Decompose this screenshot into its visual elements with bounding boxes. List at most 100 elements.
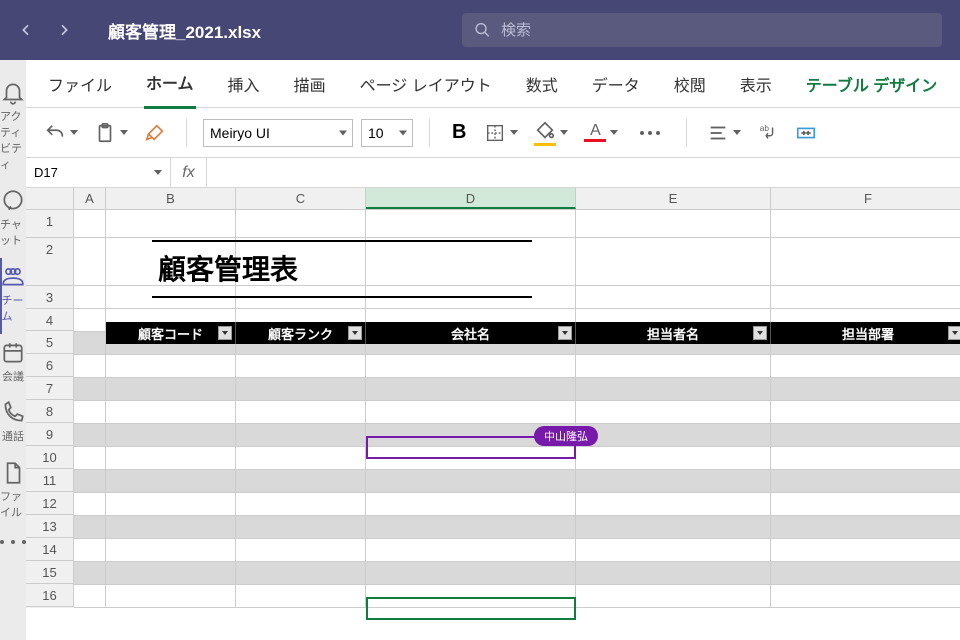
filter-button[interactable]	[948, 326, 960, 340]
row-header[interactable]: 3	[26, 286, 74, 309]
row-header[interactable]: 7	[26, 377, 74, 400]
column-header[interactable]: D	[366, 188, 576, 209]
document-title: 顧客管理_2021.xlsx	[108, 18, 261, 43]
more-icon	[0, 540, 26, 544]
paste-button[interactable]	[90, 118, 132, 148]
fx-label[interactable]: fx	[171, 158, 207, 187]
align-button[interactable]	[703, 118, 745, 148]
sheet-title: 顧客管理表	[152, 240, 532, 298]
sidebar-item-activity[interactable]: アクティビティ	[0, 74, 26, 182]
paint-bucket-icon	[534, 120, 556, 142]
grid-row[interactable]	[74, 378, 960, 401]
clipboard-icon	[94, 122, 116, 144]
filter-button[interactable]	[218, 326, 232, 340]
table-header-label: 顧客ランク	[268, 324, 333, 343]
table-column-header[interactable]: 担当部署	[771, 322, 960, 344]
merge-button[interactable]	[791, 118, 821, 148]
fill-color-button[interactable]	[530, 116, 572, 150]
sidebar-item-chat[interactable]: チャット	[0, 182, 26, 258]
column-header[interactable]: C	[236, 188, 366, 209]
column-header[interactable]: B	[106, 188, 236, 209]
grid-row[interactable]	[74, 424, 960, 447]
grid-row[interactable]	[74, 355, 960, 378]
sidebar-item-label: 通話	[2, 428, 24, 444]
font-size-input[interactable]	[361, 119, 413, 147]
grid-row[interactable]	[74, 210, 960, 238]
sidebar-item-label: チャット	[0, 216, 26, 248]
column-header[interactable]: E	[576, 188, 771, 209]
search-box[interactable]	[462, 13, 942, 47]
font-size-select[interactable]	[361, 119, 413, 147]
row-header[interactable]: 6	[26, 354, 74, 377]
back-icon[interactable]	[18, 22, 34, 38]
grid-row[interactable]	[74, 539, 960, 562]
row-header[interactable]: 10	[26, 446, 74, 469]
row-header[interactable]: 14	[26, 538, 74, 561]
row-header[interactable]: 8	[26, 400, 74, 423]
sidebar-item-calls[interactable]: 通話	[0, 394, 26, 454]
table-column-header[interactable]: 顧客ランク	[236, 322, 366, 344]
more-font-button[interactable]	[630, 127, 670, 139]
tab-view[interactable]: 表示	[738, 60, 774, 108]
row-header[interactable]: 16	[26, 584, 74, 607]
table-column-header[interactable]: 会社名	[366, 322, 576, 344]
grid-row[interactable]	[74, 516, 960, 539]
sidebar-item-teams[interactable]: チーム	[0, 258, 25, 334]
formula-input[interactable]	[207, 158, 960, 187]
row-header[interactable]: 15	[26, 561, 74, 584]
column-header[interactable]: A	[74, 188, 106, 209]
row-header[interactable]: 12	[26, 492, 74, 515]
tab-formulas[interactable]: 数式	[524, 60, 560, 108]
row-header[interactable]: 4	[26, 309, 74, 331]
grid-row[interactable]	[74, 401, 960, 424]
search-input[interactable]	[501, 22, 930, 39]
sidebar-item-files[interactable]: ファイル	[0, 454, 26, 530]
ribbon-tabs: ファイル ホーム 挿入 描画 ページ レイアウト 数式 データ 校閲 表示 テー…	[26, 60, 960, 108]
phone-icon	[0, 400, 26, 426]
table-column-header[interactable]: 担当者名	[576, 322, 771, 344]
align-icon	[707, 122, 729, 144]
row-header[interactable]: 2	[26, 238, 74, 286]
wrap-text-button[interactable]: ab	[753, 118, 783, 148]
grid-row[interactable]	[74, 562, 960, 585]
grid-row[interactable]	[74, 447, 960, 470]
row-header[interactable]: 1	[26, 210, 74, 238]
row-header[interactable]: 9	[26, 423, 74, 446]
forward-icon[interactable]	[56, 22, 72, 38]
grid-row[interactable]	[74, 470, 960, 493]
sidebar-item-meetings[interactable]: 会議	[0, 334, 26, 394]
tab-file[interactable]: ファイル	[46, 60, 114, 108]
column-header[interactable]: F	[771, 188, 960, 209]
row-header[interactable]: 5	[26, 331, 74, 354]
tab-insert[interactable]: 挿入	[226, 60, 262, 108]
paintbrush-icon	[144, 122, 166, 144]
tab-draw[interactable]: 描画	[292, 60, 328, 108]
undo-button[interactable]	[40, 118, 82, 148]
row-header[interactable]: 11	[26, 469, 74, 492]
select-all-corner[interactable]	[26, 188, 74, 209]
name-box-value: D17	[34, 165, 58, 180]
format-painter-button[interactable]	[140, 118, 170, 148]
filter-button[interactable]	[753, 326, 767, 340]
table-column-header[interactable]: 顧客コード	[106, 322, 236, 344]
tab-page-layout[interactable]: ページ レイアウト	[358, 60, 494, 108]
row-header[interactable]: 13	[26, 515, 74, 538]
spreadsheet-grid[interactable]: ABCDEFG 12345678910111213141516 顧客管理表顧客コ…	[26, 188, 960, 640]
name-box[interactable]: D17	[26, 158, 171, 187]
grid-row[interactable]	[74, 493, 960, 516]
sidebar-item-label: 会議	[2, 368, 24, 384]
grid-row[interactable]	[74, 585, 960, 608]
sidebar-more[interactable]	[0, 530, 26, 554]
font-name-input[interactable]	[203, 119, 353, 147]
tab-table-design[interactable]: テーブル デザイン	[804, 60, 940, 108]
font-color-button[interactable]: A	[580, 120, 622, 146]
tab-data[interactable]: データ	[590, 60, 642, 108]
bold-button[interactable]: B	[446, 121, 472, 144]
chat-icon	[0, 188, 26, 214]
tab-review[interactable]: 校閲	[672, 60, 708, 108]
filter-button[interactable]	[348, 326, 362, 340]
borders-button[interactable]	[480, 118, 522, 148]
font-name-select[interactable]	[203, 119, 353, 147]
filter-button[interactable]	[558, 326, 572, 340]
tab-home[interactable]: ホーム	[144, 58, 196, 109]
